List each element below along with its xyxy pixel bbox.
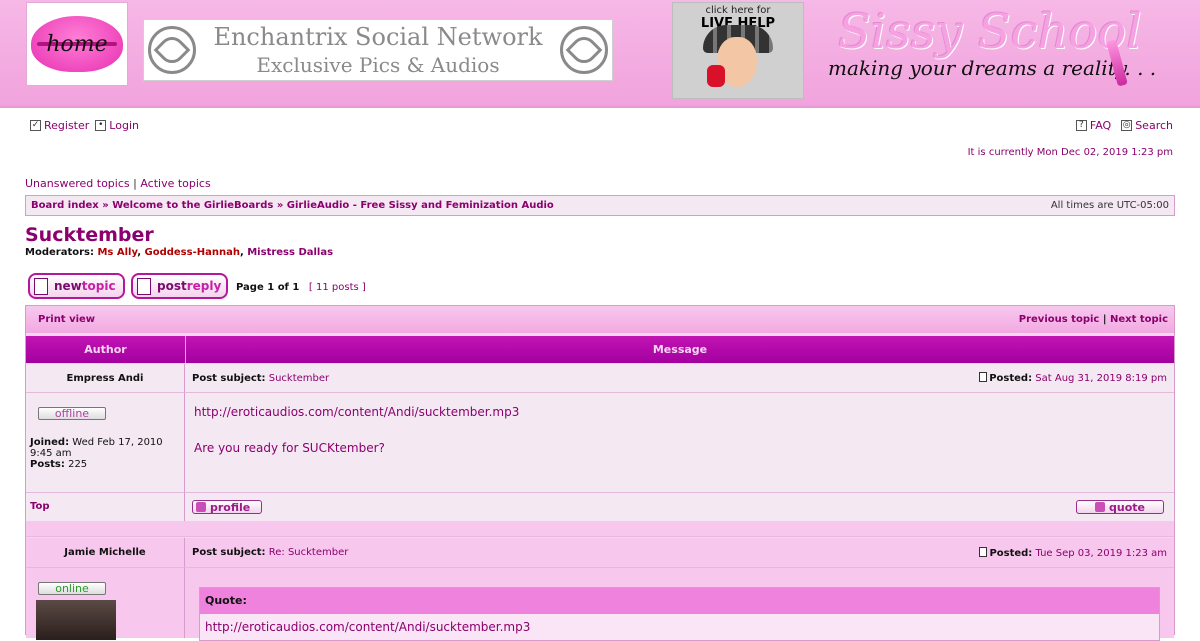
- page-title[interactable]: Sucktember: [25, 224, 154, 246]
- print-view-link[interactable]: Print view: [38, 314, 95, 325]
- current-time: It is currently Mon Dec 02, 2019 1:23 pm: [967, 147, 1173, 158]
- column-header-message: Message: [652, 343, 708, 356]
- search-link[interactable]: ◎ Search: [1121, 119, 1173, 132]
- login-label: Login: [109, 119, 139, 132]
- column-header-author: Author: [26, 336, 186, 363]
- post-icon[interactable]: [979, 372, 988, 382]
- user-nav: ✓ Register • Login: [30, 119, 139, 132]
- topic-nav: Previous topic | Next topic: [1018, 314, 1168, 325]
- post-text: Are you ready for SUCKtember?: [194, 441, 385, 455]
- quote-header: Quote:: [200, 588, 1159, 614]
- document-icon: [34, 277, 48, 295]
- home-label: home: [46, 31, 108, 57]
- post-author-profile: online: [26, 568, 185, 640]
- post-footer-left: Top: [26, 492, 185, 521]
- previous-topic-link[interactable]: Previous topic: [1019, 314, 1100, 325]
- breadcrumb-separator: »: [273, 200, 287, 211]
- breadcrumb-separator: »: [98, 200, 113, 211]
- faq-icon: ?: [1075, 120, 1087, 131]
- user-icon: [196, 502, 206, 512]
- post-reply-button[interactable]: postreply: [131, 273, 228, 299]
- new-topic-button[interactable]: newtopic: [28, 273, 125, 299]
- post-footer-actions: profile quote: [185, 492, 1174, 521]
- social-network-banner[interactable]: Enchantrix Social Network Exclusive Pics…: [143, 19, 613, 81]
- moderator-link[interactable]: Goddess-Hannah: [144, 247, 239, 258]
- post-separator: [26, 521, 1174, 537]
- faq-link[interactable]: ? FAQ: [1075, 119, 1112, 132]
- moderator-link[interactable]: Mistress Dallas: [247, 247, 333, 258]
- post-date: Sat Aug 31, 2019 8:19 pm: [1035, 373, 1167, 384]
- posted-label: Posted:: [989, 547, 1033, 559]
- site-tagline: making your dreams a reality. . .: [828, 56, 1157, 80]
- register-icon: ✓: [30, 120, 41, 131]
- audio-link[interactable]: http://eroticaudios.com/content/Andi/suc…: [194, 403, 1165, 421]
- live-help-caption: click here for: [705, 5, 771, 16]
- quick-links: Unanswered topics | Active topics: [25, 177, 211, 190]
- quoted-audio-link[interactable]: http://eroticaudios.com/content/Andi/suc…: [200, 614, 1159, 640]
- post-header: Post subject: Sucktember Posted: Sat Aug…: [185, 364, 1174, 393]
- post-icon[interactable]: [979, 546, 988, 557]
- login-icon: •: [95, 120, 107, 131]
- post-header: Post subject: Re: Sucktember Posted: Tue…: [185, 538, 1174, 568]
- table-header: Author Message: [26, 336, 1174, 363]
- faq-label: FAQ: [1089, 119, 1112, 132]
- site-header: home Enchantrix Social Network Exclusive…: [0, 0, 1200, 108]
- post-reply-label: postreply: [157, 279, 222, 293]
- breadcrumb-path: Board index » Welcome to the GirlieBoard…: [31, 200, 554, 211]
- triquetra-icon: [560, 26, 608, 74]
- search-label: Search: [1135, 119, 1173, 132]
- breadcrumb: Board index » Welcome to the GirlieBoard…: [25, 195, 1175, 216]
- post-author-name: Jamie Michelle: [26, 538, 185, 568]
- post-subject-link[interactable]: Re: Sucktember: [269, 547, 349, 558]
- post-body: Quote: http://eroticaudios.com/content/A…: [185, 568, 1174, 641]
- unanswered-topics-link[interactable]: Unanswered topics: [25, 177, 130, 190]
- quote-button[interactable]: quote: [1076, 500, 1164, 514]
- status-badge: online: [38, 582, 106, 595]
- top-link[interactable]: Top: [30, 501, 50, 512]
- timezone-label: All times are UTC-05:00: [1050, 200, 1169, 211]
- document-icon: [137, 277, 151, 295]
- posts-table: Print view Previous topic | Next topic A…: [25, 305, 1175, 641]
- post-count: [ 11 posts ]: [308, 282, 366, 293]
- subject-label: Post subject:: [192, 372, 266, 384]
- post-author-name: Empress Andi: [26, 364, 185, 393]
- search-icon: ◎: [1121, 120, 1133, 131]
- live-help-banner[interactable]: click here for LIVE HELP: [672, 2, 804, 99]
- login-link[interactable]: • Login: [95, 119, 139, 132]
- author-meta: Joined: Wed Feb 17, 2010 9:45 am Posts: …: [30, 437, 163, 470]
- post-date: Tue Sep 03, 2019 1:23 am: [1035, 547, 1168, 559]
- phone-icon: [707, 65, 725, 87]
- topic-actions-bar: Print view Previous topic | Next topic: [26, 306, 1174, 333]
- posted-label: Posted:: [989, 373, 1033, 384]
- moderator-link[interactable]: Ms Ally: [97, 247, 137, 258]
- new-topic-label: newtopic: [54, 279, 116, 293]
- help-nav: ? FAQ ◎ Search: [1075, 119, 1173, 132]
- breadcrumb-forum-girlieaudio[interactable]: GirlieAudio - Free Sissy and Feminizatio…: [287, 200, 554, 211]
- network-banner-subtitle: Exclusive Pics & Audios: [256, 53, 500, 77]
- avatar: [36, 600, 116, 640]
- post-body: http://eroticaudios.com/content/Andi/suc…: [185, 393, 1174, 492]
- profile-button[interactable]: profile: [192, 500, 262, 514]
- next-topic-link[interactable]: Next topic: [1110, 314, 1168, 325]
- post-subject-link[interactable]: Sucktember: [269, 373, 329, 384]
- moderators-list: Moderators: Ms Ally, Goddess-Hannah, Mis…: [25, 247, 334, 258]
- breadcrumb-board-index[interactable]: Board index: [31, 200, 99, 211]
- speech-bubble-icon: [1095, 502, 1105, 512]
- network-banner-title: Enchantrix Social Network: [213, 23, 543, 51]
- moderators-label: Moderators:: [25, 247, 94, 258]
- quote-block: Quote: http://eroticaudios.com/content/A…: [199, 587, 1160, 641]
- pagination-info: Page 1 of 1 [ 11 posts ]: [236, 282, 366, 293]
- status-badge: offline: [38, 407, 106, 420]
- subject-label: Post subject:: [192, 547, 266, 558]
- separator: |: [129, 177, 141, 190]
- site-logo-title[interactable]: Sissy School: [838, 4, 1142, 60]
- post-count-value: 225: [68, 459, 88, 470]
- home-button[interactable]: home: [26, 2, 128, 86]
- breadcrumb-forum-welcome[interactable]: Welcome to the GirlieBoards: [112, 200, 273, 211]
- register-link[interactable]: ✓ Register: [30, 119, 89, 132]
- active-topics-link[interactable]: Active topics: [140, 177, 210, 190]
- post-author-profile: offline Joined: Wed Feb 17, 2010 9:45 am…: [26, 393, 185, 492]
- register-label: Register: [44, 119, 90, 132]
